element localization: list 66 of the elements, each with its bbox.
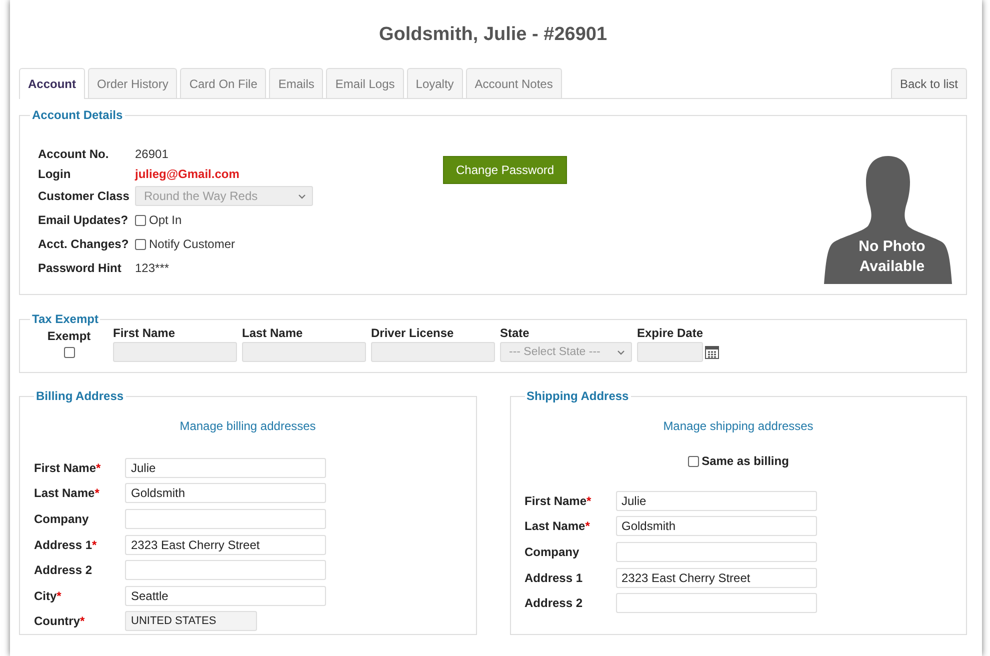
field-label: Address 2 bbox=[34, 563, 94, 578]
input-field[interactable] bbox=[616, 542, 816, 562]
tab[interactable]: Order History bbox=[88, 68, 178, 98]
input-field[interactable] bbox=[125, 508, 326, 529]
field-label: Login bbox=[38, 166, 72, 180]
same-as-billing-checkbox[interactable] bbox=[688, 456, 699, 466]
section-title: Account Details bbox=[31, 108, 124, 122]
field-label: Company bbox=[34, 512, 90, 526]
field-label: Address 1* bbox=[34, 538, 98, 552]
input-field[interactable]: 2323 East Cherry Street bbox=[616, 568, 816, 588]
field-label: Last Name* bbox=[524, 519, 591, 534]
input-field[interactable]: Goldsmith bbox=[616, 516, 816, 536]
field-value: 123*** bbox=[135, 261, 170, 275]
checkbox-label: Opt In bbox=[149, 213, 182, 227]
field-label: Address 2 bbox=[524, 596, 584, 610]
tab[interactable]: Loyalty bbox=[406, 68, 463, 98]
manage-addresses-link[interactable]: Manage shipping addresses bbox=[663, 419, 814, 433]
caret-icon bbox=[617, 350, 625, 354]
input-field[interactable] bbox=[616, 593, 816, 614]
input-field[interactable]: 2323 East Cherry Street bbox=[125, 534, 326, 555]
input-field[interactable]: Seattle bbox=[125, 586, 326, 606]
section-title: Billing Address bbox=[35, 389, 125, 403]
tab[interactable]: Emails bbox=[269, 68, 324, 98]
field-label: Company bbox=[524, 544, 580, 559]
field-label: Customer Class bbox=[38, 189, 130, 203]
country-dropdown[interactable]: UNITED STATES bbox=[125, 611, 257, 632]
page-title: Goldsmith, Julie - #26901 bbox=[378, 23, 608, 47]
tab[interactable]: Email Logs bbox=[326, 68, 404, 98]
input-field[interactable]: Julie bbox=[616, 490, 816, 511]
field-label: First Name bbox=[113, 326, 176, 340]
checkbox-label: Notify Customer bbox=[149, 237, 236, 251]
field-label: Last Name* bbox=[34, 486, 100, 500]
exempt-checkbox[interactable] bbox=[64, 347, 74, 358]
manage-addresses-link[interactable]: Manage billing addresses bbox=[180, 419, 316, 433]
field-label: Expire Date bbox=[637, 326, 704, 340]
section-title: Shipping Address bbox=[526, 389, 630, 403]
input-field[interactable]: Julie bbox=[125, 458, 326, 478]
field-label: Driver License bbox=[371, 326, 455, 340]
field-label: Address 1 bbox=[524, 570, 584, 585]
field-label: Account No. bbox=[38, 146, 110, 160]
field-label: First Name* bbox=[34, 460, 102, 475]
input-field[interactable] bbox=[125, 560, 326, 580]
change-password-button[interactable]: Change Password bbox=[443, 156, 568, 184]
tab[interactable]: Account bbox=[19, 68, 85, 99]
field-label: Acct. Changes? bbox=[38, 237, 130, 251]
back-to-list-button[interactable]: Back to list bbox=[890, 68, 967, 98]
field-label: Country* bbox=[34, 614, 86, 628]
caret-icon bbox=[298, 194, 306, 198]
section-title: Tax Exempt bbox=[31, 312, 100, 326]
field-label: Exempt bbox=[47, 329, 91, 343]
checkbox[interactable] bbox=[135, 214, 146, 226]
calendar-icon[interactable] bbox=[705, 345, 719, 359]
tab[interactable]: Account Notes bbox=[466, 68, 562, 98]
field-label: Email Updates? bbox=[38, 213, 130, 227]
field-label: First Name* bbox=[524, 494, 592, 508]
checkbox-label: Same as billing bbox=[702, 454, 789, 468]
tab[interactable]: Card On File bbox=[180, 68, 266, 98]
field-label: City* bbox=[34, 588, 62, 603]
field-value: 26901 bbox=[135, 146, 168, 160]
field-label: Last Name bbox=[242, 326, 304, 340]
no-photo-caption: No Photo Available bbox=[858, 237, 926, 277]
field-label: Password Hint bbox=[38, 261, 122, 275]
login-email: julieg@Gmail.com bbox=[135, 166, 240, 180]
input-field[interactable]: Goldsmith bbox=[125, 483, 326, 504]
checkbox[interactable] bbox=[135, 238, 146, 250]
field-label: State bbox=[500, 326, 530, 340]
